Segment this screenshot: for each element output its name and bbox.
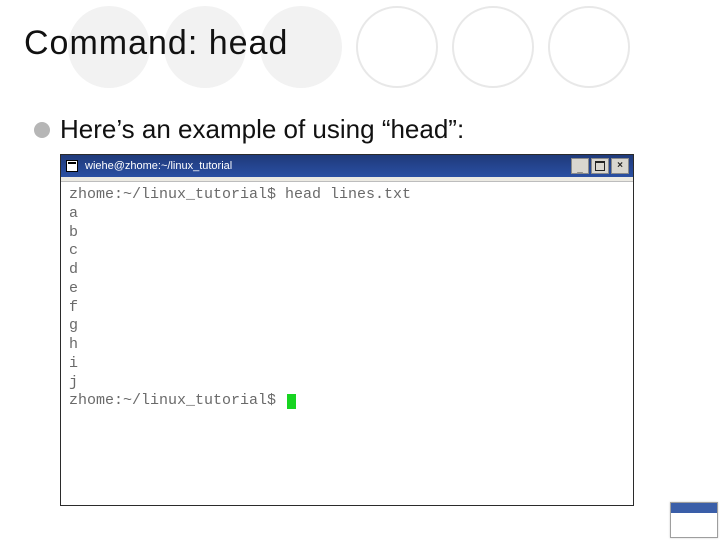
circle-decoration <box>452 6 534 88</box>
terminal-line: c <box>69 242 625 261</box>
terminal-icon <box>65 159 79 173</box>
terminal-line: zhome:~/linux_tutorial$ head lines.txt <box>69 186 625 205</box>
maximize-button[interactable] <box>591 158 609 174</box>
terminal-line: g <box>69 317 625 336</box>
thumb-title-strip <box>671 503 717 513</box>
bullet-row: Here’s an example of using “head”: <box>34 114 464 145</box>
window-title: wiehe@zhome:~/linux_tutorial <box>85 160 571 172</box>
window-titlebar: wiehe@zhome:~/linux_tutorial _ × <box>61 155 633 177</box>
minimize-button[interactable]: _ <box>571 158 589 174</box>
slide-navigator-thumb[interactable] <box>670 502 718 538</box>
terminal-window: wiehe@zhome:~/linux_tutorial _ × zhome:~… <box>60 154 634 506</box>
cursor-icon <box>287 394 296 409</box>
terminal-line: j <box>69 374 625 393</box>
window-controls: _ × <box>571 158 629 174</box>
circle-decoration <box>356 6 438 88</box>
terminal-line: h <box>69 336 625 355</box>
terminal-line: i <box>69 355 625 374</box>
terminal-body[interactable]: zhome:~/linux_tutorial$ head lines.txt a… <box>61 182 633 505</box>
terminal-line: f <box>69 299 625 318</box>
terminal-prompt-line: zhome:~/linux_tutorial$ <box>69 392 625 411</box>
thumb-body <box>671 513 717 537</box>
terminal-line: a <box>69 205 625 224</box>
terminal-prompt: zhome:~/linux_tutorial$ <box>69 392 285 409</box>
terminal-line: b <box>69 224 625 243</box>
terminal-line: d <box>69 261 625 280</box>
bullet-dot-icon <box>34 122 50 138</box>
slide-title: Command: head <box>24 24 288 63</box>
terminal-line: e <box>69 280 625 299</box>
circle-decoration <box>548 6 630 88</box>
bullet-text: Here’s an example of using “head”: <box>60 114 464 145</box>
close-button[interactable]: × <box>611 158 629 174</box>
